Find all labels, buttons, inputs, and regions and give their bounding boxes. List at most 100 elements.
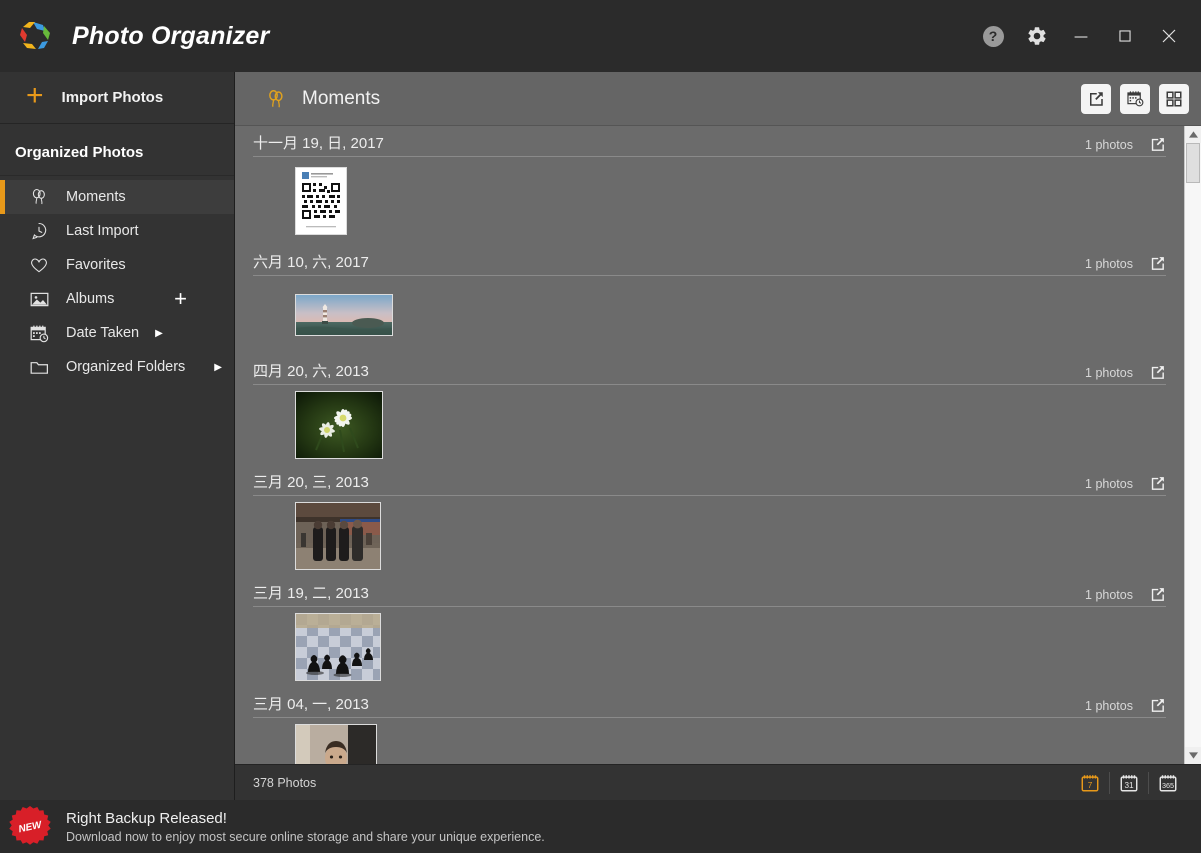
promo-banner-text: Right Backup Released! Download now to e…	[66, 810, 545, 844]
calendar-month-button[interactable]: 31	[1110, 765, 1148, 801]
svg-text:7: 7	[1088, 781, 1093, 790]
scroll-down-button[interactable]	[1185, 747, 1201, 764]
timeline-zoom-controls: 7 31 365	[1071, 765, 1187, 801]
scrollbar-thumb[interactable]	[1186, 143, 1200, 183]
moment-group: 三月 04, 一, 2013 1 photos	[235, 687, 1184, 764]
svg-text:365: 365	[1162, 780, 1174, 789]
vertical-scrollbar[interactable]	[1184, 126, 1201, 764]
sidebar-item-moments[interactable]: Moments	[0, 180, 234, 214]
status-bar: 378 Photos 7 31 365	[235, 764, 1201, 800]
moment-date: 十一月 19, 日, 2017	[253, 135, 384, 152]
moment-group-header: 三月 04, 一, 2013 1 photos	[253, 687, 1166, 718]
sidebar-item-albums[interactable]: Albums +	[0, 282, 234, 316]
sidebar-item-date-taken[interactable]: Date Taken ▶	[0, 316, 234, 350]
photo-count-label: 378 Photos	[253, 775, 317, 790]
open-external-button[interactable]	[1149, 255, 1166, 272]
photo-thumbnail[interactable]	[295, 391, 383, 459]
plus-icon: +	[26, 79, 44, 112]
moment-photo-count: 1 photos	[1085, 137, 1133, 152]
sidebar-item-label: Favorites	[66, 257, 126, 273]
svg-text:31: 31	[1124, 781, 1134, 790]
promo-subtitle: Download now to enjoy most secure online…	[66, 829, 545, 844]
external-link-icon	[1151, 588, 1164, 601]
open-external-button[interactable]	[1081, 83, 1111, 114]
moment-photo-count: 1 photos	[1085, 587, 1133, 602]
moment-group: 六月 10, 六, 2017 1 photos	[235, 245, 1184, 354]
import-photos-button[interactable]: + Import Photos	[0, 72, 234, 124]
promo-banner[interactable]: NEW Right Backup Released! Download now …	[0, 800, 1201, 853]
chevron-up-icon	[1188, 131, 1198, 138]
sidebar: + Import Photos Organized Photos Moments…	[0, 72, 235, 800]
sidebar-item-organized-folders[interactable]: Organized Folders ▶	[0, 350, 234, 384]
photo-thumbnail[interactable]	[295, 613, 381, 681]
sidebar-item-favorites[interactable]: Favorites	[0, 248, 234, 282]
moment-group: 三月 20, 三, 2013 1 photos	[235, 465, 1184, 576]
calendar-7-icon: 7	[1081, 774, 1099, 791]
moment-photo-count: 1 photos	[1085, 365, 1133, 380]
external-link-icon	[1090, 91, 1103, 106]
moment-photo-count: 1 photos	[1085, 256, 1133, 271]
organized-folders-trailing: ▶	[214, 362, 234, 373]
photo-thumbnail[interactable]	[295, 294, 393, 336]
thumbnail-row	[253, 157, 1166, 245]
sidebar-item-label: Last Import	[66, 223, 139, 239]
folder-icon	[28, 356, 50, 378]
open-external-button[interactable]	[1149, 586, 1166, 603]
add-album-button[interactable]: +	[174, 288, 234, 310]
moment-group: 三月 19, 二, 2013 1 photos	[235, 576, 1184, 687]
moment-group-meta: 1 photos	[1085, 255, 1166, 272]
thumbnail-row	[253, 276, 1166, 354]
photo-thumbnail[interactable]	[295, 502, 381, 570]
sidebar-item-label: Organized Folders	[66, 359, 186, 375]
moment-photo-count: 1 photos	[1085, 476, 1133, 491]
maximize-button[interactable]	[1103, 13, 1147, 59]
photo-thumbnail[interactable]	[295, 167, 347, 235]
scroll-up-button[interactable]	[1185, 126, 1201, 143]
app-title: Photo Organizer	[72, 21, 270, 50]
import-photos-label: Import Photos	[61, 89, 164, 106]
sidebar-item-last-import[interactable]: Last Import	[0, 214, 234, 248]
content-header: Moments	[235, 72, 1201, 126]
new-badge-icon: NEW	[8, 805, 52, 849]
heart-icon	[28, 254, 50, 276]
date-taken-trailing: ▶	[155, 328, 247, 339]
maximize-icon	[1119, 30, 1131, 42]
help-button[interactable]: ?	[971, 13, 1015, 59]
grid-view-button[interactable]	[1159, 83, 1189, 114]
organized-photos-heading: Organized Photos	[0, 124, 234, 176]
scrollbar-track[interactable]	[1185, 143, 1201, 747]
gear-icon	[1028, 27, 1046, 45]
albums-trailing: +	[174, 288, 234, 310]
app-logo-icon	[16, 17, 54, 55]
minimize-button[interactable]	[1059, 13, 1103, 59]
title-bar: Photo Organizer ?	[0, 0, 1201, 72]
chevron-right-icon[interactable]: ▶	[214, 362, 234, 373]
help-icon: ?	[982, 25, 1004, 47]
external-link-icon	[1151, 477, 1164, 490]
settings-button[interactable]	[1015, 13, 1059, 59]
close-button[interactable]	[1147, 13, 1191, 59]
page-title: Moments	[302, 87, 381, 109]
thumbnail-row	[253, 385, 1166, 465]
moments-list: 十一月 19, 日, 2017 1 photos 六月 10, 六, 2017 …	[235, 126, 1184, 764]
chevron-right-icon[interactable]: ▶	[155, 328, 247, 339]
calendar-week-button[interactable]: 7	[1071, 765, 1109, 801]
open-external-button[interactable]	[1149, 136, 1166, 153]
moment-group: 四月 20, 六, 2013 1 photos	[235, 354, 1184, 465]
calendar-year-button[interactable]: 365	[1149, 765, 1187, 801]
promo-title: Right Backup Released!	[66, 809, 227, 827]
open-external-button[interactable]	[1149, 475, 1166, 492]
sidebar-item-label: Albums	[66, 291, 115, 307]
open-external-button[interactable]	[1149, 697, 1166, 714]
date-view-button[interactable]	[1120, 83, 1150, 114]
moment-date: 六月 10, 六, 2017	[253, 254, 369, 271]
moment-date: 三月 20, 三, 2013	[253, 474, 369, 491]
open-external-button[interactable]	[1149, 364, 1166, 381]
moment-group-header: 四月 20, 六, 2013 1 photos	[253, 354, 1166, 385]
calendar-clock-icon	[1126, 91, 1143, 107]
moment-group-meta: 1 photos	[1085, 364, 1166, 381]
moment-group: 十一月 19, 日, 2017 1 photos	[235, 126, 1184, 245]
content-toolbar	[1081, 83, 1189, 114]
sidebar-item-label: Moments	[66, 189, 126, 205]
photo-thumbnail[interactable]	[295, 724, 377, 764]
